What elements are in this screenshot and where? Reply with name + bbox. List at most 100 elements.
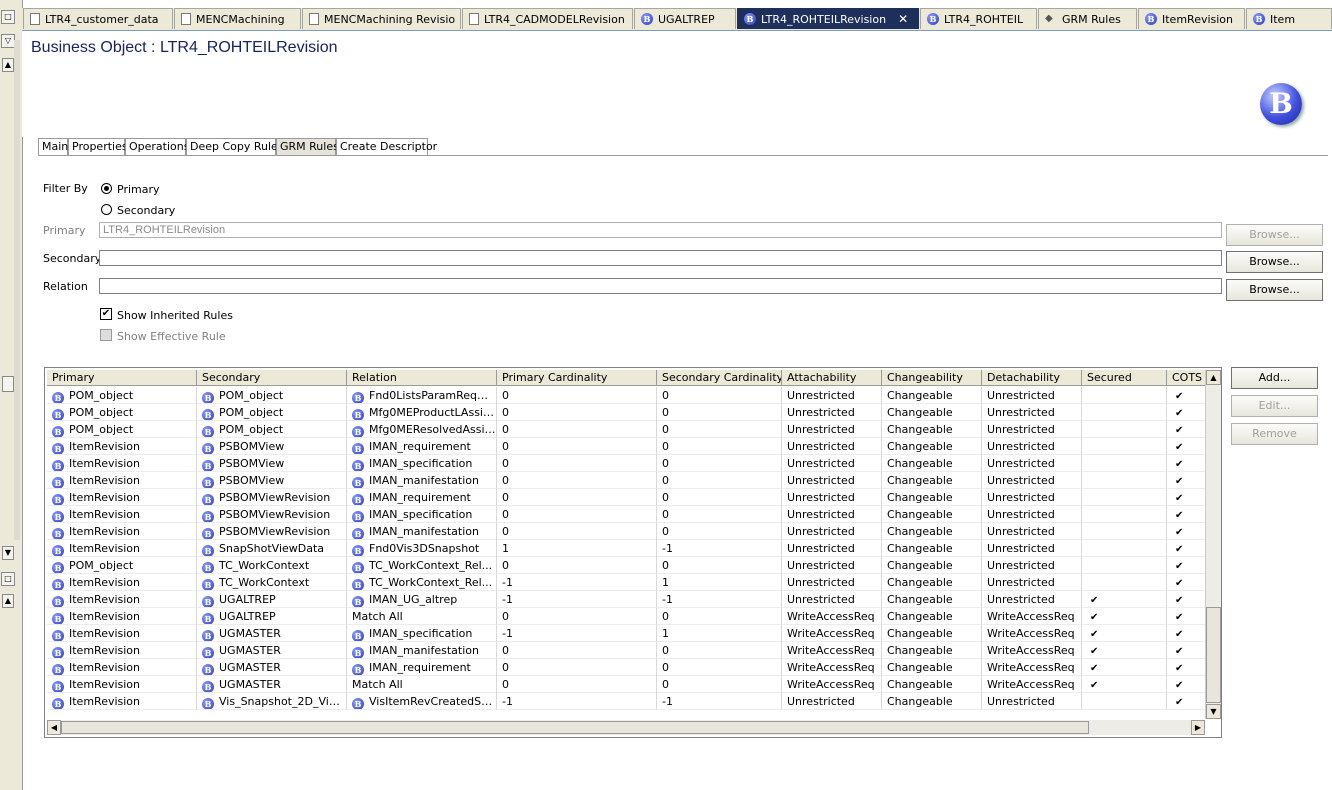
column-header-primary-cardinality[interactable]: Primary Cardinality [497,370,657,386]
cell-text: Unrestricted [787,491,855,504]
cell-text: ✔ [1175,595,1184,606]
gutter-scrollbar[interactable] [14,40,20,540]
cell-detachability: Unrestricted [982,540,1082,557]
tab-mencmachining-revision[interactable]: MENCMachining Revisio [302,8,461,29]
chevron-down-icon[interactable]: ▽ [1,34,15,48]
business-object-icon: B [202,647,214,658]
cell-detachability: Unrestricted [982,574,1082,591]
scroll-down-icon[interactable]: ▼ [1206,704,1221,719]
tab-itemrevision[interactable]: B ItemRevision [1138,8,1245,29]
business-object-icon: B [927,13,939,25]
cell-text: ✔ [1175,544,1184,555]
business-object-icon: B [202,681,214,692]
table-vertical-scrollbar[interactable]: ▲ ▼ [1205,370,1221,719]
editor-tab-bar: LTR4_customer_data MENCMachining MENCMac… [22,8,1332,31]
business-object-icon: B [202,545,214,556]
cell-secondary-cardinality: -1 [657,591,782,608]
cell-text: Unrestricted [987,525,1055,538]
filter-primary-radio[interactable] [101,183,112,194]
column-header-cots[interactable]: COTS [1167,370,1207,386]
scroll-down-icon[interactable]: ▼ [2,546,14,560]
tab-main[interactable]: Main [38,138,68,155]
relation-browse-button[interactable]: Browse... [1226,279,1323,301]
cell-text: ✔ [1175,561,1184,572]
cell-relation: B IMAN_specification [347,455,497,472]
cell-text: Unrestricted [987,508,1055,521]
tab-ugaltrep[interactable]: B UGALTREP [634,8,736,29]
cell-text: 0 [502,406,509,419]
cell-text: IMAN_UG_altrep [369,593,458,606]
column-header-attachability[interactable]: Attachability [782,370,882,386]
scroll-thumb[interactable] [1206,607,1221,703]
tab-grm-rules[interactable]: GRM Rules [276,138,339,155]
cell-text: ✔ [1175,697,1184,708]
filter-secondary-radio[interactable] [101,204,112,215]
cell-secondary-cardinality: 0 [657,387,782,404]
cell-secondary: B Vis_Snapshot_2D_Vie... [197,693,347,710]
cell-attachability: WriteAccessReq [782,676,882,693]
scroll-up-icon[interactable]: ▲ [2,594,14,608]
cell-text: WriteAccessReq [987,661,1075,674]
cell-primary: B ItemRevision [47,676,197,693]
tab-item[interactable]: B Item [1246,8,1332,29]
tab-ltr4-cadmodelrevision[interactable]: LTR4_CADMODELRevision [462,8,633,29]
column-header-secondary-cardinality[interactable]: Secondary Cardinality [657,370,782,386]
column-header-primary[interactable]: Primary [47,370,197,386]
tab-mencmachining[interactable]: MENCMachining [174,8,301,29]
tab-grm-rules[interactable]: ◆ GRM Rules [1038,8,1137,29]
cell-text: ✔ [1090,680,1099,691]
scroll-right-icon[interactable]: ▶ [1191,720,1205,735]
add-rule-button[interactable]: Add... [1231,367,1318,389]
secondary-field[interactable] [99,250,1222,266]
show-inherited-checkbox[interactable]: ✔ [100,308,112,320]
column-header-changeability[interactable]: Changeability [882,370,982,386]
cell-text: Unrestricted [787,389,855,402]
cell-text: Changeable [887,576,953,589]
column-header-secured[interactable]: Secured [1082,370,1167,386]
cell-primary: B POM_object [47,387,197,404]
column-header-relation[interactable]: Relation [347,370,497,386]
cell-primary-cardinality: 0 [497,455,657,472]
cell-text: 0 [662,661,669,674]
secondary-browse-button[interactable]: Browse... [1226,251,1323,273]
close-icon[interactable]: ✕ [898,12,908,26]
cell-text: -1 [502,627,513,640]
cell-relation: B IMAN_specification [347,625,497,642]
table-horizontal-scrollbar[interactable]: ◀ ▶ [47,720,1205,735]
cell-text: 0 [662,559,669,572]
cell-secondary-cardinality: 0 [657,472,782,489]
cell-changeability: Changeable [882,404,982,421]
tab-operations[interactable]: Operations [125,138,189,155]
tab-deep-copy-rules[interactable]: Deep Copy Rules [186,138,284,155]
cell-attachability: Unrestricted [782,404,882,421]
business-object-icon: B [202,511,214,522]
tab-ltr4-customer-data[interactable]: LTR4_customer_data [23,8,173,29]
scroll-up-icon[interactable]: ▲ [1206,370,1221,385]
tab-ltr4-rohteilrevision[interactable]: B LTR4_ROHTEILRevision ✕ [737,8,919,29]
cell-text: ItemRevision [69,610,141,623]
cell-text: POM_object [69,559,134,572]
column-header-secondary[interactable]: Secondary [197,370,347,386]
cell-text: POM_object [219,406,284,419]
cell-text: Unrestricted [987,440,1055,453]
show-inherited-label: Show Inherited Rules [117,309,233,322]
scroll-left-icon[interactable]: ◀ [47,720,61,735]
cell-secondary: B UGMASTER [197,625,347,642]
cell-text: Unrestricted [787,440,855,453]
restore-icon[interactable]: □ [1,572,15,586]
cell-changeability: Changeable [882,455,982,472]
scroll-up-icon[interactable]: ▲ [2,58,14,72]
tab-properties[interactable]: Properties [68,138,128,155]
tab-ltr4-rohteil[interactable]: B LTR4_ROHTEIL [920,8,1037,29]
restore-icon[interactable]: □ [1,10,15,24]
scroll-thumb[interactable] [2,376,14,392]
business-object-icon: B [52,494,64,505]
cell-detachability: Unrestricted [982,506,1082,523]
filter-by-label: Filter By [43,182,88,195]
tab-create-descriptor[interactable]: Create Descriptor [336,138,437,155]
scroll-thumb[interactable] [61,721,1089,734]
cell-text: ✔ [1090,595,1099,606]
show-effective-checkbox [100,329,112,341]
relation-field[interactable] [99,278,1222,294]
column-header-detachability[interactable]: Detachability [982,370,1082,386]
